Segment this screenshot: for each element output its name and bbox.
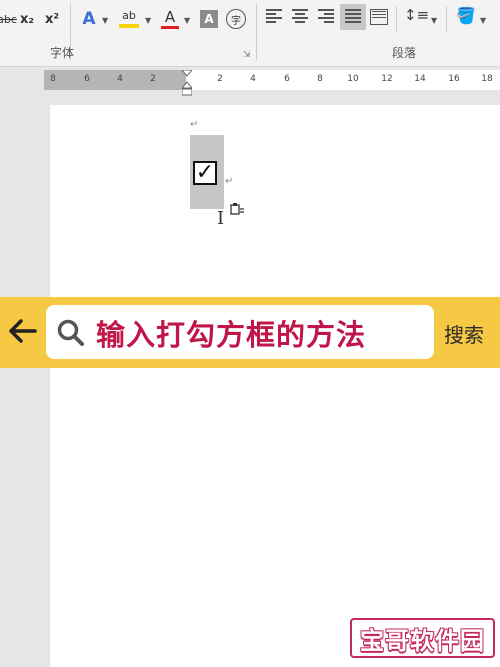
ruler-tick-label: 4 — [117, 74, 123, 84]
align-right-icon[interactable] — [318, 9, 334, 23]
checked-box-symbol[interactable]: ✓ — [193, 161, 217, 185]
strikethrough-label: abc — [0, 12, 17, 26]
checkmark-glyph: ✓ — [195, 160, 215, 185]
watermark-text: 宝哥软件园 — [360, 626, 485, 655]
text-effects-label: A — [82, 9, 96, 29]
ruler-tick-label: 8 — [50, 74, 56, 84]
ruler-tick-label: 10 — [347, 74, 359, 84]
shading-bucket-icon[interactable]: 🪣 — [456, 6, 476, 25]
indent-marker-icon[interactable] — [182, 70, 192, 96]
ruler-margin-shade — [44, 70, 186, 90]
chevron-down-icon[interactable]: ▼ — [480, 16, 486, 25]
justify-button[interactable] — [340, 4, 366, 30]
ribbon-divider — [446, 6, 447, 32]
highlight-color-bar — [119, 24, 139, 28]
ruler-tick-label: 2 — [150, 74, 156, 84]
strikethrough-button[interactable]: abc — [0, 6, 17, 32]
paragraph-group-label: 段落 — [392, 46, 417, 60]
phonetic-guide-label: 字 — [231, 15, 241, 27]
arrow-left-icon — [9, 319, 37, 343]
ribbon-toolbar: abc x₂ x² A ▼ ab ▼ A ▼ A 字 字体 ⇲ ↕≡ ▼ 🪣 ▼… — [0, 0, 500, 67]
font-color-label: A — [164, 8, 176, 26]
highlight-label: ab — [122, 9, 136, 22]
text-effects-button[interactable]: A — [78, 6, 100, 32]
line-spacing-icon[interactable]: ↕≡ — [404, 6, 429, 24]
ruler-tick-label: 14 — [414, 74, 426, 84]
paragraph-mark: ↵ — [190, 119, 199, 130]
search-input[interactable]: 输入打勾方框的方法 — [46, 305, 434, 359]
char-shading-label: A — [204, 12, 214, 26]
paragraph-mark: ↵ — [225, 176, 234, 187]
ribbon-divider — [256, 4, 257, 60]
highlight-button[interactable]: ab — [116, 6, 142, 32]
back-button[interactable] — [4, 313, 40, 349]
chevron-down-icon[interactable]: ▼ — [145, 16, 151, 25]
ruler-tick-label: 6 — [84, 74, 90, 84]
search-query-text: 输入打勾方框的方法 — [96, 318, 367, 352]
chevron-down-icon[interactable]: ▼ — [431, 16, 437, 25]
ribbon-divider — [396, 6, 397, 32]
ruler-tick-label: 18 — [481, 74, 493, 84]
paste-options-icon[interactable] — [230, 203, 244, 215]
chevron-down-icon[interactable]: ▼ — [102, 16, 108, 25]
font-group-label: 字体 — [50, 46, 75, 60]
horizontal-ruler[interactable]: 8 6 4 2 2 4 6 8 10 12 14 16 18 — [44, 70, 500, 96]
search-bar: 输入打勾方框的方法 搜索 — [0, 297, 500, 368]
ruler-tick-label: 8 — [317, 74, 323, 84]
justify-icon — [345, 9, 361, 23]
watermark-logo: 宝哥软件园 — [350, 618, 495, 658]
align-left-icon[interactable] — [266, 9, 282, 23]
ruler-tick-label: 16 — [448, 74, 460, 84]
align-center-icon[interactable] — [292, 9, 308, 23]
subscript-button[interactable]: x₂ — [17, 6, 37, 32]
superscript-label: x² — [44, 11, 60, 27]
phonetic-guide-button[interactable]: 字 — [226, 9, 246, 29]
ruler-tick-label: 2 — [217, 74, 223, 84]
char-shading-button[interactable]: A — [200, 10, 218, 28]
distributed-icon[interactable] — [370, 9, 388, 25]
document-page[interactable] — [50, 105, 500, 667]
search-button[interactable]: 搜索 — [444, 319, 484, 348]
ruler-tick-label: 6 — [284, 74, 290, 84]
search-icon — [57, 319, 84, 346]
chevron-down-icon[interactable]: ▼ — [184, 16, 190, 25]
ruler-tick-label: 12 — [381, 74, 393, 84]
dialog-launcher-icon[interactable]: ⇲ — [243, 50, 251, 60]
superscript-button[interactable]: x² — [42, 6, 62, 32]
font-color-button[interactable]: A — [158, 6, 182, 32]
font-color-bar — [161, 26, 179, 29]
subscript-label: x₂ — [19, 11, 35, 27]
text-cursor-icon: I — [217, 208, 225, 229]
ruler-tick-label: 4 — [250, 74, 256, 84]
